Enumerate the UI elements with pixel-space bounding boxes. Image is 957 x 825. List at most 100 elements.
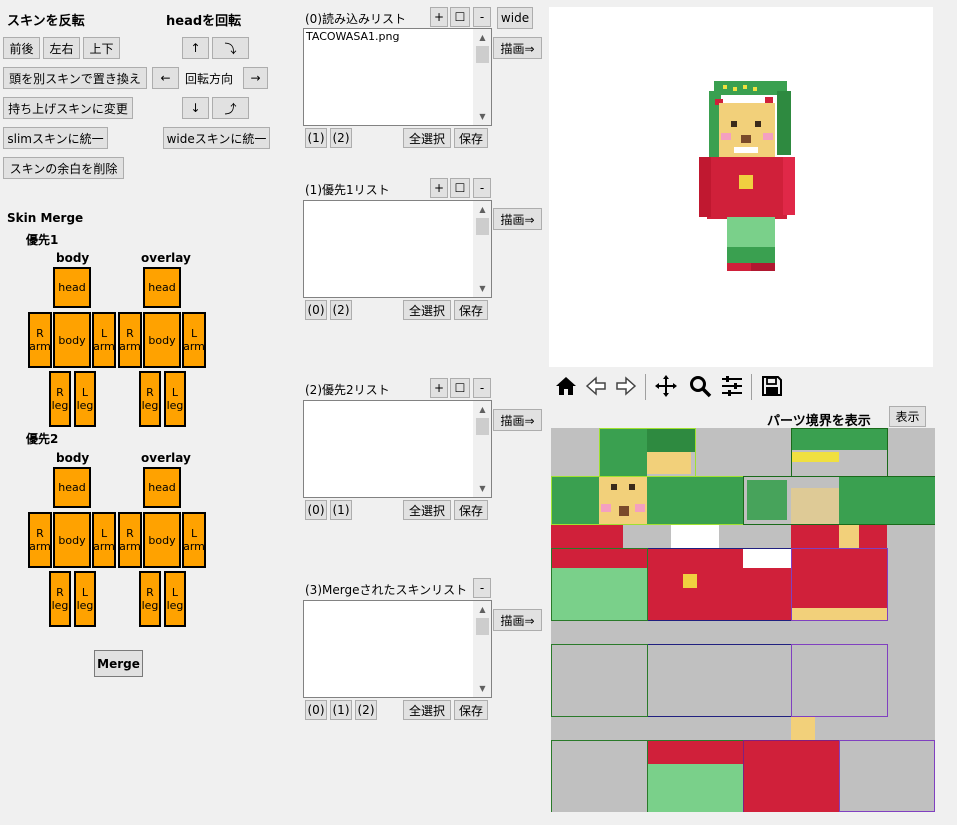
p2-body-r-leg[interactable]: R leg [49, 571, 71, 627]
p1-body-body[interactable]: body [53, 312, 91, 368]
p1-body-head[interactable]: head [53, 267, 91, 308]
list0-ref-2-button[interactable]: (2) [330, 128, 352, 148]
list0-listbox[interactable]: TACOWASA1.png ▲ ▼ [303, 28, 492, 126]
list1-remove-button[interactable]: - [473, 178, 491, 198]
list0-title: (0)読み込みリスト [305, 12, 406, 26]
back-arrow-icon[interactable] [581, 371, 611, 401]
list1-listbox[interactable]: ▲ ▼ [303, 200, 492, 298]
list3-save-button[interactable]: 保存 [454, 700, 488, 720]
rotate-direction-label: 回転方向 [185, 72, 234, 86]
flip-title: スキンを反転 [7, 14, 85, 29]
change-pickup-skin-button[interactable]: 持ち上げスキンに変更 [3, 97, 133, 119]
p1-body-l-arm[interactable]: L arm [92, 312, 116, 368]
flip-left-right-button[interactable]: 左右 [43, 37, 80, 59]
p2-overlay-head[interactable]: head [143, 467, 181, 508]
list3-select-all-button[interactable]: 全選択 [403, 700, 451, 720]
p1-overlay-body[interactable]: body [143, 312, 181, 368]
rotate-down-button[interactable]: ↓ [182, 97, 209, 119]
priority1-label: 優先1 [26, 233, 59, 247]
list2-remove-button[interactable]: - [473, 378, 491, 398]
rotate-ccw-button[interactable]: ⤵ [212, 37, 249, 59]
list1-add-button[interactable]: + [430, 178, 448, 198]
list1-save-button[interactable]: 保存 [454, 300, 488, 320]
list0-window-button[interactable]: ☐ [450, 7, 470, 27]
pan-icon[interactable] [651, 371, 681, 401]
list0-add-button[interactable]: + [430, 7, 448, 27]
skin-texture-view[interactable] [551, 428, 935, 812]
list1-ref-0-button[interactable]: (0) [305, 300, 327, 320]
rotate-up-button[interactable]: ↑ [182, 37, 209, 59]
list0-select-all-button[interactable]: 全選択 [403, 128, 451, 148]
p2-overlay-r-leg[interactable]: R leg [139, 571, 161, 627]
list2-title: (2)優先2リスト [305, 383, 390, 397]
rotate-title: headを回転 [166, 14, 242, 29]
list0-item[interactable]: TACOWASA1.png [304, 29, 491, 44]
p1-overlay-head[interactable]: head [143, 267, 181, 308]
list1-title: (1)優先1リスト [305, 183, 390, 197]
list2-ref-0-button[interactable]: (0) [305, 500, 327, 520]
list3-ref-0-button[interactable]: (0) [305, 700, 327, 720]
rotate-left-button[interactable]: ← [152, 67, 179, 89]
list0-save-button[interactable]: 保存 [454, 128, 488, 148]
configure-icon[interactable] [717, 371, 747, 401]
p1-overlay-r-arm[interactable]: R arm [118, 312, 142, 368]
home-icon[interactable] [551, 371, 581, 401]
p1-body-r-arm[interactable]: R arm [28, 312, 52, 368]
rotate-cw-button[interactable]: ⤴ [212, 97, 249, 119]
p2-body-body[interactable]: body [53, 512, 91, 568]
list2-listbox[interactable]: ▲ ▼ [303, 400, 492, 498]
p1-overlay-l-leg[interactable]: L leg [164, 371, 186, 427]
flip-front-back-button[interactable]: 前後 [3, 37, 40, 59]
replace-head-button[interactable]: 頭を別スキンで置き換え [3, 67, 147, 89]
list2-scrollbar[interactable]: ▲ ▼ [473, 401, 491, 497]
list1-window-button[interactable]: ☐ [450, 178, 470, 198]
list2-draw-button[interactable]: 描画⇒ [493, 409, 542, 431]
rotate-right-button[interactable]: → [243, 67, 268, 89]
list1-select-all-button[interactable]: 全選択 [403, 300, 451, 320]
list3-listbox[interactable]: ▲ ▼ [303, 600, 492, 698]
p2-body-r-arm[interactable]: R arm [28, 512, 52, 568]
list0-draw-button[interactable]: 描画⇒ [493, 37, 542, 59]
list3-scrollbar[interactable]: ▲ ▼ [473, 601, 491, 697]
wide-button[interactable]: wide [497, 7, 533, 29]
p2-overlay-l-arm[interactable]: L arm [182, 512, 206, 568]
list3-ref-2-button[interactable]: (2) [355, 700, 377, 720]
unify-wide-button[interactable]: wideスキンに統一 [163, 127, 270, 149]
save-icon[interactable] [757, 371, 787, 401]
p2-overlay-body[interactable]: body [143, 512, 181, 568]
trim-margin-button[interactable]: スキンの余白を削除 [3, 157, 124, 179]
list1-ref-2-button[interactable]: (2) [330, 300, 352, 320]
p2-body-l-arm[interactable]: L arm [92, 512, 116, 568]
list3-ref-1-button[interactable]: (1) [330, 700, 352, 720]
list2-window-button[interactable]: ☐ [450, 378, 470, 398]
list0-ref-1-button[interactable]: (1) [305, 128, 327, 148]
list0-remove-button[interactable]: - [473, 7, 491, 27]
zoom-icon[interactable] [685, 371, 715, 401]
unify-slim-button[interactable]: slimスキンに統一 [3, 127, 108, 149]
skin-3d-preview[interactable] [549, 7, 933, 367]
p1-overlay-r-leg[interactable]: R leg [139, 371, 161, 427]
list1-draw-button[interactable]: 描画⇒ [493, 208, 542, 230]
forward-arrow-icon[interactable] [611, 371, 641, 401]
list2-save-button[interactable]: 保存 [454, 500, 488, 520]
list2-ref-1-button[interactable]: (1) [330, 500, 352, 520]
priority2-overlay-label: overlay [141, 451, 191, 465]
skin-merge-title: Skin Merge [7, 211, 84, 225]
p1-overlay-l-arm[interactable]: L arm [182, 312, 206, 368]
show-boundaries-button[interactable]: 表示 [889, 406, 926, 427]
p1-body-l-leg[interactable]: L leg [74, 371, 96, 427]
p2-overlay-r-arm[interactable]: R arm [118, 512, 142, 568]
list3-draw-button[interactable]: 描画⇒ [493, 609, 542, 631]
list2-add-button[interactable]: + [430, 378, 448, 398]
p2-overlay-l-leg[interactable]: L leg [164, 571, 186, 627]
p1-body-r-leg[interactable]: R leg [49, 371, 71, 427]
list2-select-all-button[interactable]: 全選択 [403, 500, 451, 520]
p2-body-head[interactable]: head [53, 467, 91, 508]
merge-button[interactable]: Merge [94, 650, 143, 677]
list1-scrollbar[interactable]: ▲ ▼ [473, 201, 491, 297]
flip-up-down-button[interactable]: 上下 [83, 37, 120, 59]
toolbar-separator [751, 374, 752, 400]
list3-remove-button[interactable]: - [473, 578, 491, 598]
list0-scrollbar[interactable]: ▲ ▼ [473, 29, 491, 125]
p2-body-l-leg[interactable]: L leg [74, 571, 96, 627]
